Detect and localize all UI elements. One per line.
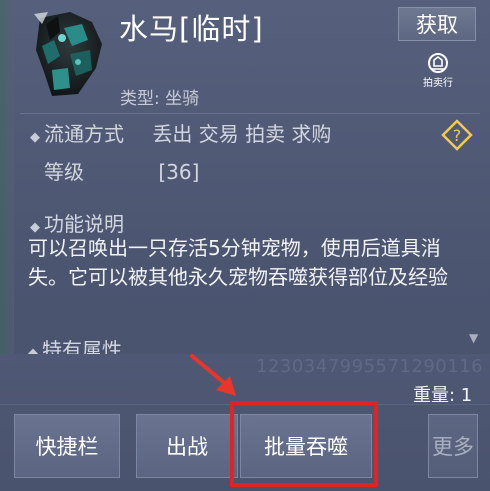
bullet-icon: ◆ bbox=[28, 346, 38, 354]
header-divider bbox=[20, 113, 480, 114]
scroll-down-icon[interactable]: ▼ bbox=[469, 331, 478, 345]
auction-house-label: 拍卖行 bbox=[423, 78, 453, 89]
level-value: [36] bbox=[158, 160, 200, 184]
get-button[interactable]: 获取 bbox=[398, 7, 476, 41]
function-label: 功能说明 bbox=[44, 212, 124, 236]
svg-text:?: ? bbox=[453, 126, 462, 145]
circulation-value: 丢出 交易 拍卖 求购 bbox=[152, 122, 332, 146]
deploy-button[interactable]: 出战 bbox=[136, 414, 238, 478]
bullet-icon: ◆ bbox=[30, 220, 40, 235]
help-icon[interactable]: ? bbox=[441, 119, 473, 151]
special-attr-label: 特有属性 bbox=[42, 338, 122, 354]
level-label: 等级 bbox=[44, 160, 84, 184]
quickbar-button[interactable]: 快捷栏 bbox=[14, 414, 120, 478]
circulation-label: 流通方式 bbox=[44, 122, 124, 146]
more-button[interactable]: 更多 bbox=[428, 414, 478, 478]
function-heading: ◆ 功能说明 bbox=[30, 208, 124, 237]
highlight-box bbox=[230, 401, 378, 487]
bullet-icon: ◆ bbox=[30, 130, 40, 145]
auction-house-button[interactable]: 拍卖行 bbox=[418, 52, 458, 92]
level-row: 等级 [36] bbox=[44, 156, 199, 185]
item-type: 类型: 坐骑 bbox=[120, 89, 200, 109]
pointer-arrow-icon bbox=[190, 354, 236, 396]
item-serial: 1230347995571290116 bbox=[256, 356, 484, 377]
item-name: 水马[临时] bbox=[119, 12, 264, 46]
auction-house-icon bbox=[428, 53, 448, 73]
water-horse-icon bbox=[34, 12, 102, 96]
function-description: 可以召唤出一只存活5分钟宠物，使用后道具消失。它可以被其他永久宠物吞噬获得部位及… bbox=[28, 236, 448, 289]
circulation-row: ◆ 流通方式 丢出 交易 拍卖 求购 bbox=[30, 118, 331, 147]
special-attr-heading: ◆ 特有属性 bbox=[28, 334, 122, 354]
